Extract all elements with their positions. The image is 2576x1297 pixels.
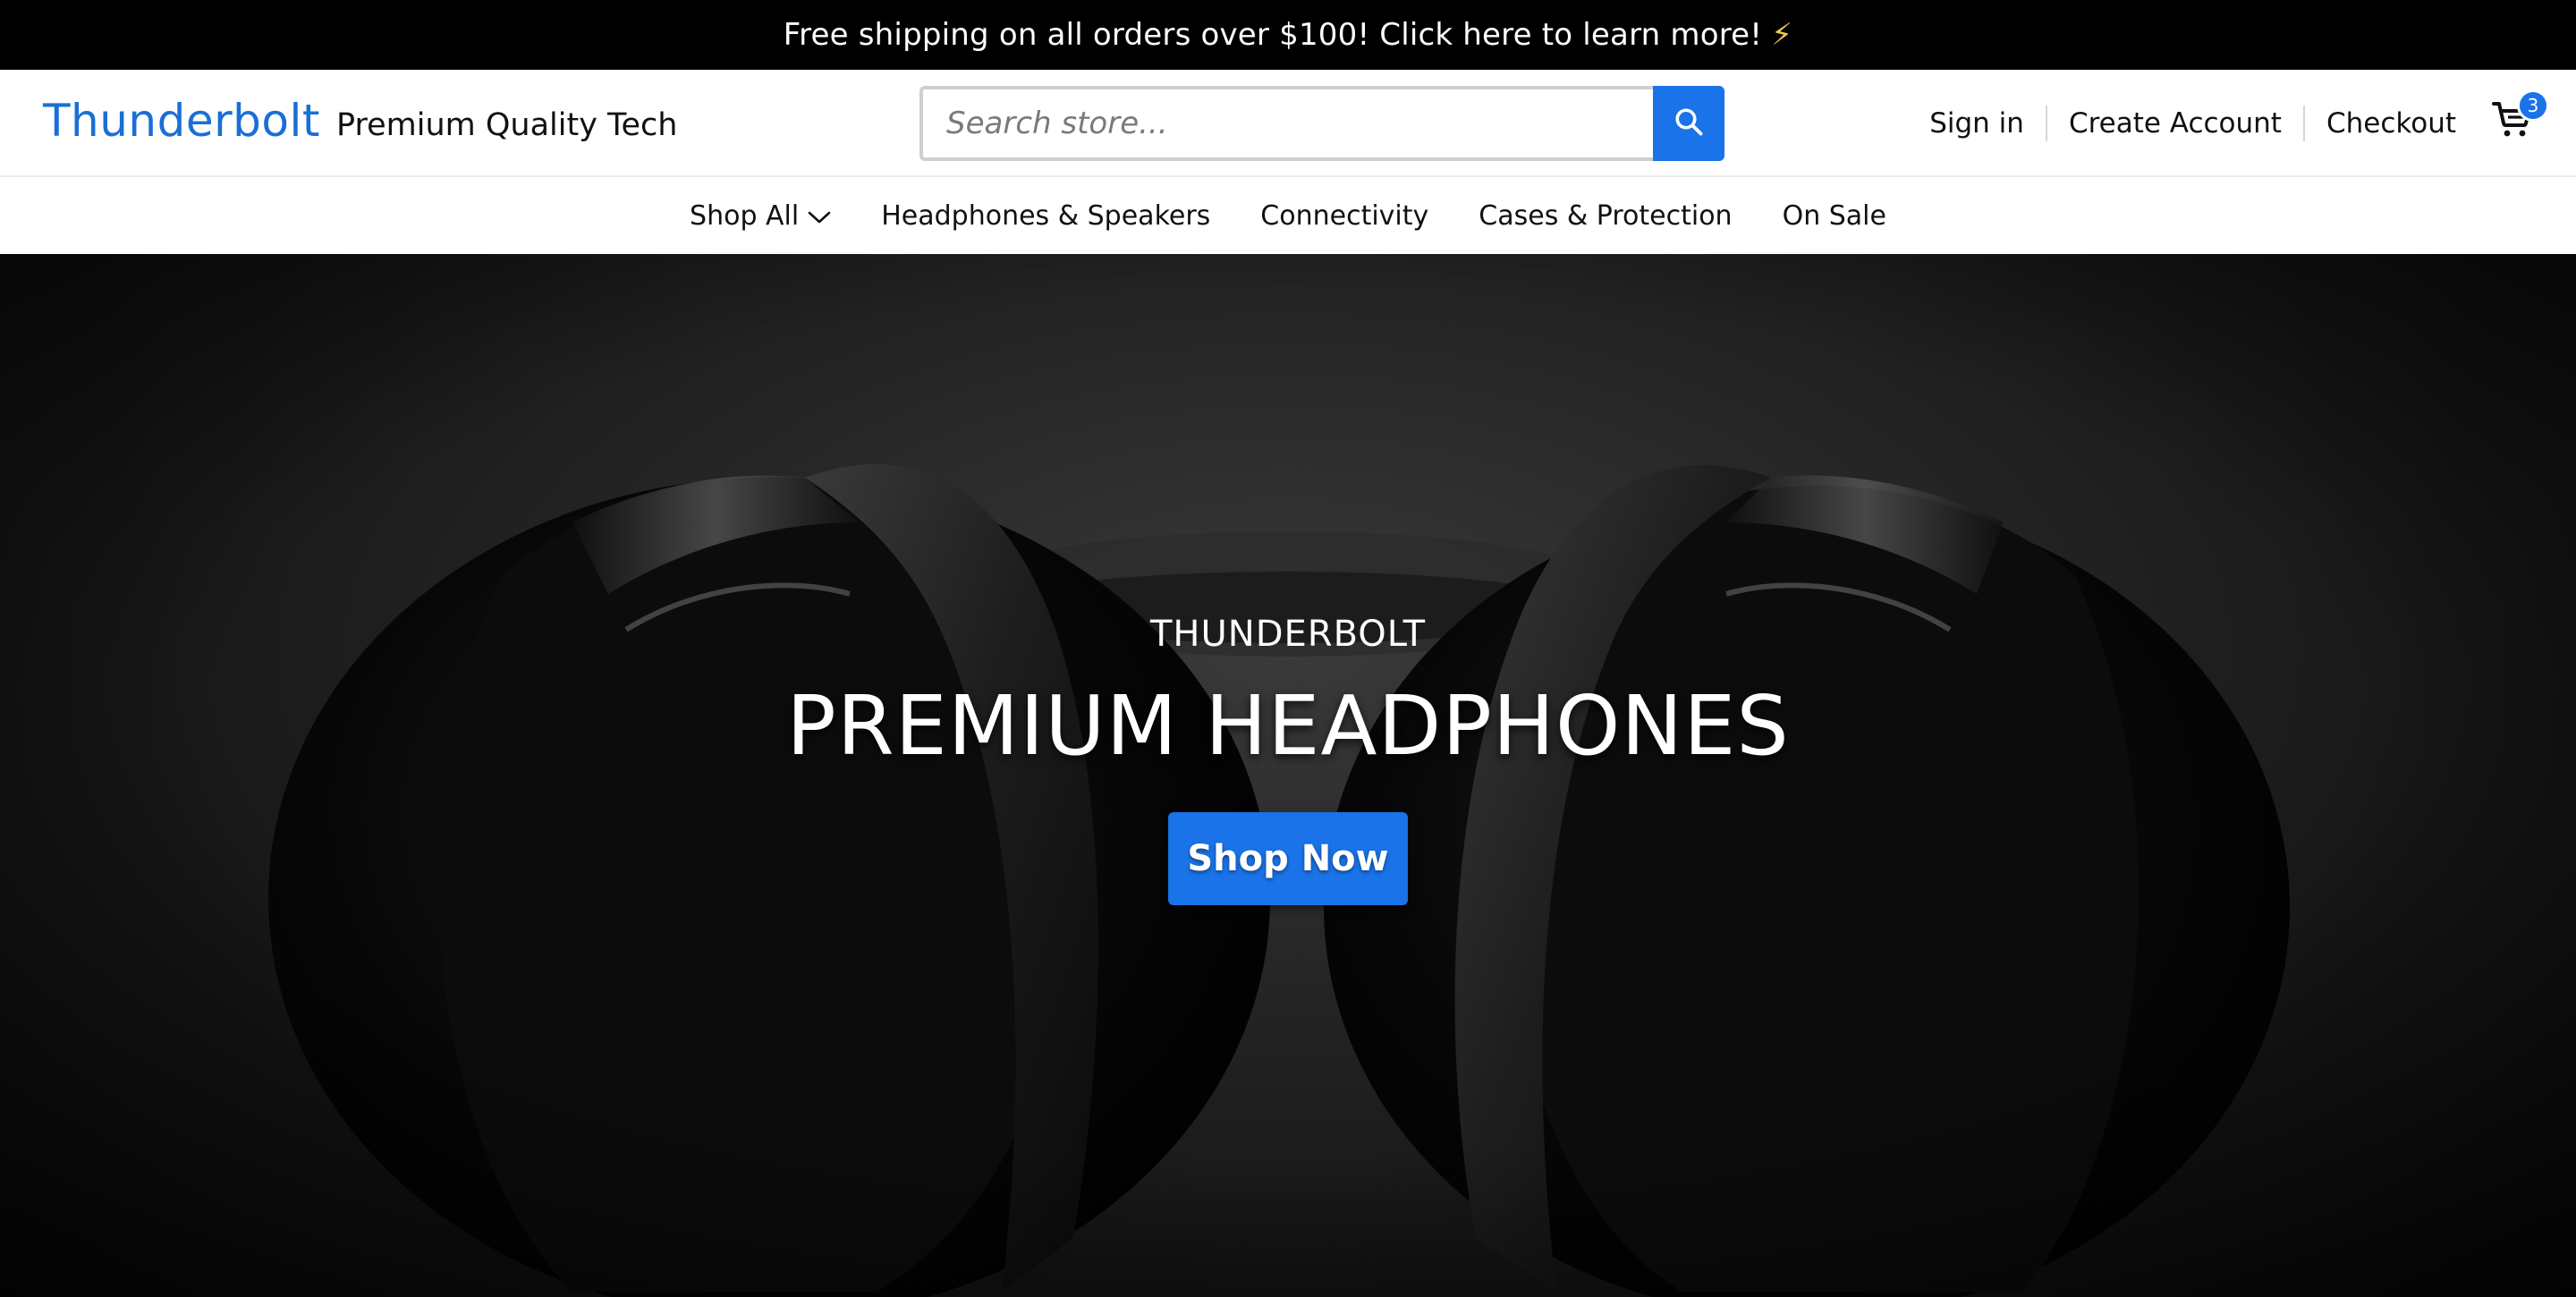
create-account-link[interactable]: Create Account [2047, 107, 2303, 140]
nav-item-on-sale[interactable]: On Sale [1783, 200, 1886, 232]
sign-in-link[interactable]: Sign in [1908, 107, 2046, 140]
promo-text[interactable]: Free shipping on all orders over $100! C… [784, 17, 1762, 53]
chevron-down-icon [808, 200, 831, 232]
nav-item-shop-all[interactable]: Shop All [690, 200, 831, 232]
search-input[interactable] [919, 86, 1653, 161]
nav-item-headphones-speakers[interactable]: Headphones & Speakers [881, 200, 1210, 232]
hero-eyebrow: THUNDERBOLT [1149, 614, 1426, 655]
hero-banner: THUNDERBOLT PREMIUM HEADPHONES Shop Now [0, 254, 2576, 1297]
nav-item-cases-protection[interactable]: Cases & Protection [1479, 200, 1732, 232]
site-header: Thunderbolt Premium Quality Tech Sign in… [0, 70, 2576, 177]
checkout-link[interactable]: Checkout [2305, 107, 2478, 140]
tagline: Premium Quality Tech [336, 107, 678, 143]
promo-banner[interactable]: Free shipping on all orders over $100! C… [0, 0, 2576, 70]
search-icon [1673, 106, 1705, 141]
shop-now-button[interactable]: Shop Now [1168, 812, 1408, 905]
main-nav: Shop All Headphones & Speakers Connectiv… [0, 177, 2576, 254]
nav-item-label: Shop All [690, 199, 800, 232]
logo[interactable]: Thunderbolt [43, 95, 320, 147]
search-bar [919, 86, 1724, 161]
nav-item-connectivity[interactable]: Connectivity [1260, 200, 1428, 232]
search-button[interactable] [1653, 86, 1724, 161]
hero-headline: PREMIUM HEADPHONES [786, 678, 1790, 774]
cart-count-badge: 3 [2517, 89, 2549, 122]
account-links: Sign in Create Account Checkout 3 [1908, 70, 2576, 177]
cart-button[interactable]: 3 [2487, 89, 2549, 150]
hero-content: THUNDERBOLT PREMIUM HEADPHONES Shop Now [0, 254, 2576, 1297]
lightning-bolt-icon: ⚡ [1771, 17, 1793, 53]
